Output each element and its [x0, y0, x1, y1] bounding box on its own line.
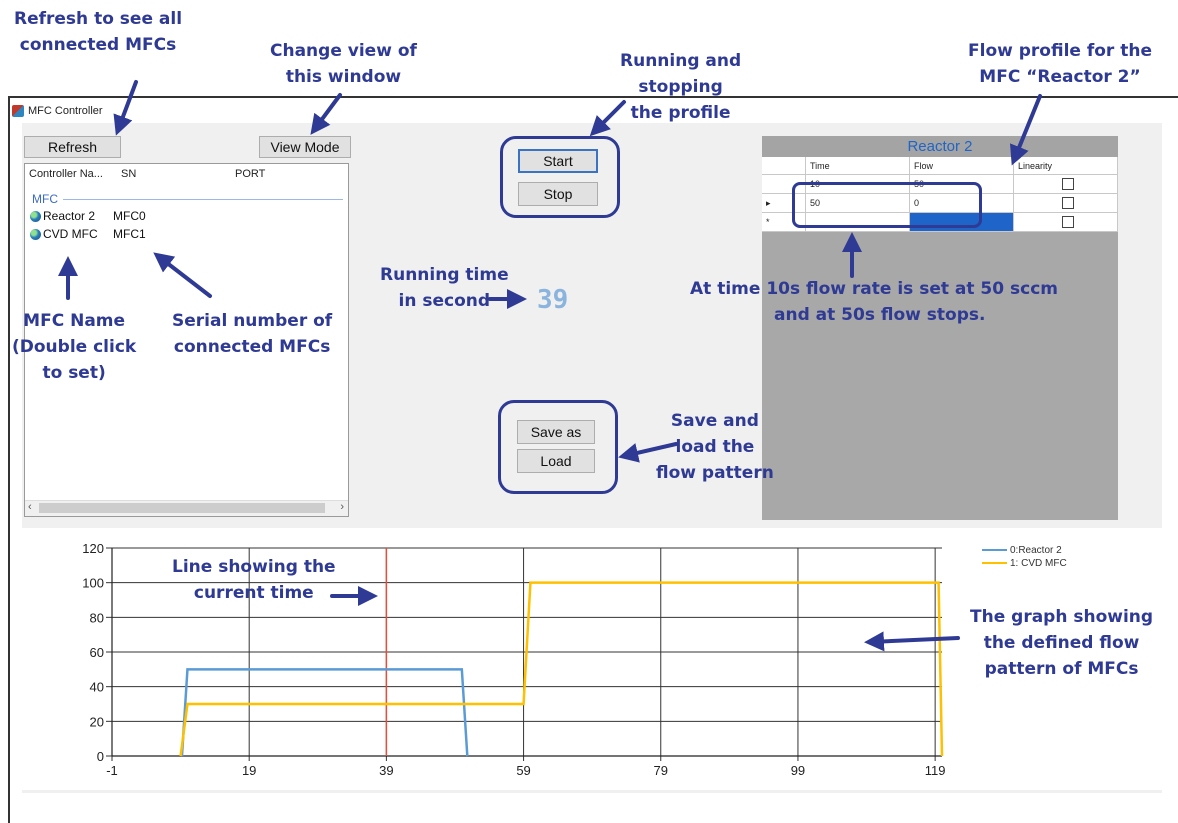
current-time-annotation: Line showing the current time — [172, 557, 336, 603]
annotation-overlay — [58, 80, 1042, 652]
view-mode-annotation: Change view of this window — [270, 41, 417, 87]
graph-annotation: The graph showing the defined flow patte… — [970, 607, 1154, 679]
profile-rows-annotation: At time 10s flow rate is set at 50 sccm … — [690, 279, 1058, 325]
mfc-name-annotation: MFC Name (Double click to set) — [12, 311, 137, 383]
serial-number-annotation: Serial number of connected MFCs — [172, 311, 333, 357]
running-time-annotation: Running time in second — [380, 265, 509, 311]
view-mode-arrow — [310, 93, 342, 135]
profile-grid-annotation: Flow profile for the MFC “Reactor 2” — [968, 41, 1152, 87]
refresh-arrow — [113, 80, 138, 136]
serial-number-arrow — [153, 252, 212, 298]
graph-arrow — [864, 631, 960, 652]
file-controls-annotation: Save and load the flow pattern — [656, 411, 774, 483]
run-controls-annotation: Running and stopping the profile — [620, 51, 742, 123]
refresh-annotation: Refresh to see all connected MFCs — [14, 9, 183, 55]
profile-grid-arrow — [1010, 94, 1042, 166]
